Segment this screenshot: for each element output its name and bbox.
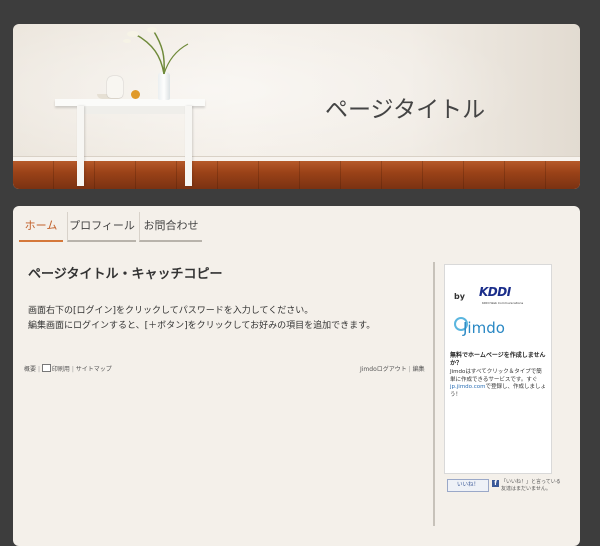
- table-leg: [77, 106, 84, 186]
- footer-links: 概要 | 印刷用 | サイトマップ: [24, 364, 112, 373]
- instruction-line-1: 画面右下の[ログイン]をクリックしてパスワードを入力してください。: [28, 306, 314, 316]
- footer-separator: |: [71, 366, 74, 373]
- promo-link[interactable]: jp.jimdo.com: [450, 384, 485, 390]
- main-panel: ホーム プロフィール お問合わせ ページタイトル・キャッチコピー 画面右下の[ロ…: [13, 206, 580, 546]
- jimdo-logo: Jimdo: [463, 319, 505, 337]
- content-heading: ページタイトル・キャッチコピー: [28, 267, 223, 282]
- footer-separator: |: [408, 366, 411, 373]
- print-icon: [41, 364, 51, 372]
- footer-login: Jimdoログアウト | 編集: [360, 364, 425, 373]
- promo-text: Jimdoはすべてクリック＆タイプで簡単に作成できるサービスです。すぐjp.ji…: [450, 369, 546, 399]
- header-banner: ページタイトル: [13, 24, 580, 189]
- by-label: by: [454, 292, 465, 301]
- facebook-like-button[interactable]: いいね！: [447, 479, 489, 492]
- kddi-logo: KDDI: [479, 285, 511, 299]
- promo-text-1: Jimdoはすべてクリック＆タイプで簡単に作成できるサービスです。すぐ: [450, 369, 542, 383]
- overview-link[interactable]: 概要: [24, 366, 36, 373]
- edit-link[interactable]: 編集: [413, 366, 425, 373]
- print-link[interactable]: 印刷用: [52, 366, 70, 373]
- table-rail: [77, 106, 192, 114]
- page-title: ページタイトル: [325, 97, 486, 123]
- facebook-icon: f: [492, 480, 499, 487]
- tab-home[interactable]: ホーム: [19, 212, 63, 242]
- tab-contact[interactable]: お問合わせ: [139, 212, 202, 242]
- table-top: [55, 99, 205, 106]
- instruction-line-2: 編集画面にログインすると、[＋ボタン]をクリックしてお好みの項目を追加できます。: [28, 321, 376, 331]
- flower-stems-icon: [123, 27, 189, 75]
- footer-separator: |: [37, 366, 40, 373]
- content-body: 画面右下の[ログイン]をクリックしてパスワードを入力してください。 編集画面にロ…: [28, 304, 375, 334]
- promo-title: 無料でホームページを作成しませんか？: [450, 352, 546, 367]
- sitemap-link[interactable]: サイトマップ: [76, 366, 112, 373]
- logout-link[interactable]: Jimdoログアウト: [360, 366, 407, 373]
- kddi-subtitle: KDDI Web Communications: [482, 301, 524, 305]
- tab-profile[interactable]: プロフィール: [67, 212, 136, 242]
- facebook-like-text: 「いいね！」と言っている友達はまだいません。: [501, 479, 561, 492]
- floor-boards: [13, 161, 580, 189]
- sidebar-divider: [433, 262, 435, 526]
- fruit: [131, 90, 140, 99]
- table-leg: [185, 106, 192, 186]
- jimdo-promo-box[interactable]: by KDDI KDDI Web Communications Jimdo 無料…: [444, 264, 552, 474]
